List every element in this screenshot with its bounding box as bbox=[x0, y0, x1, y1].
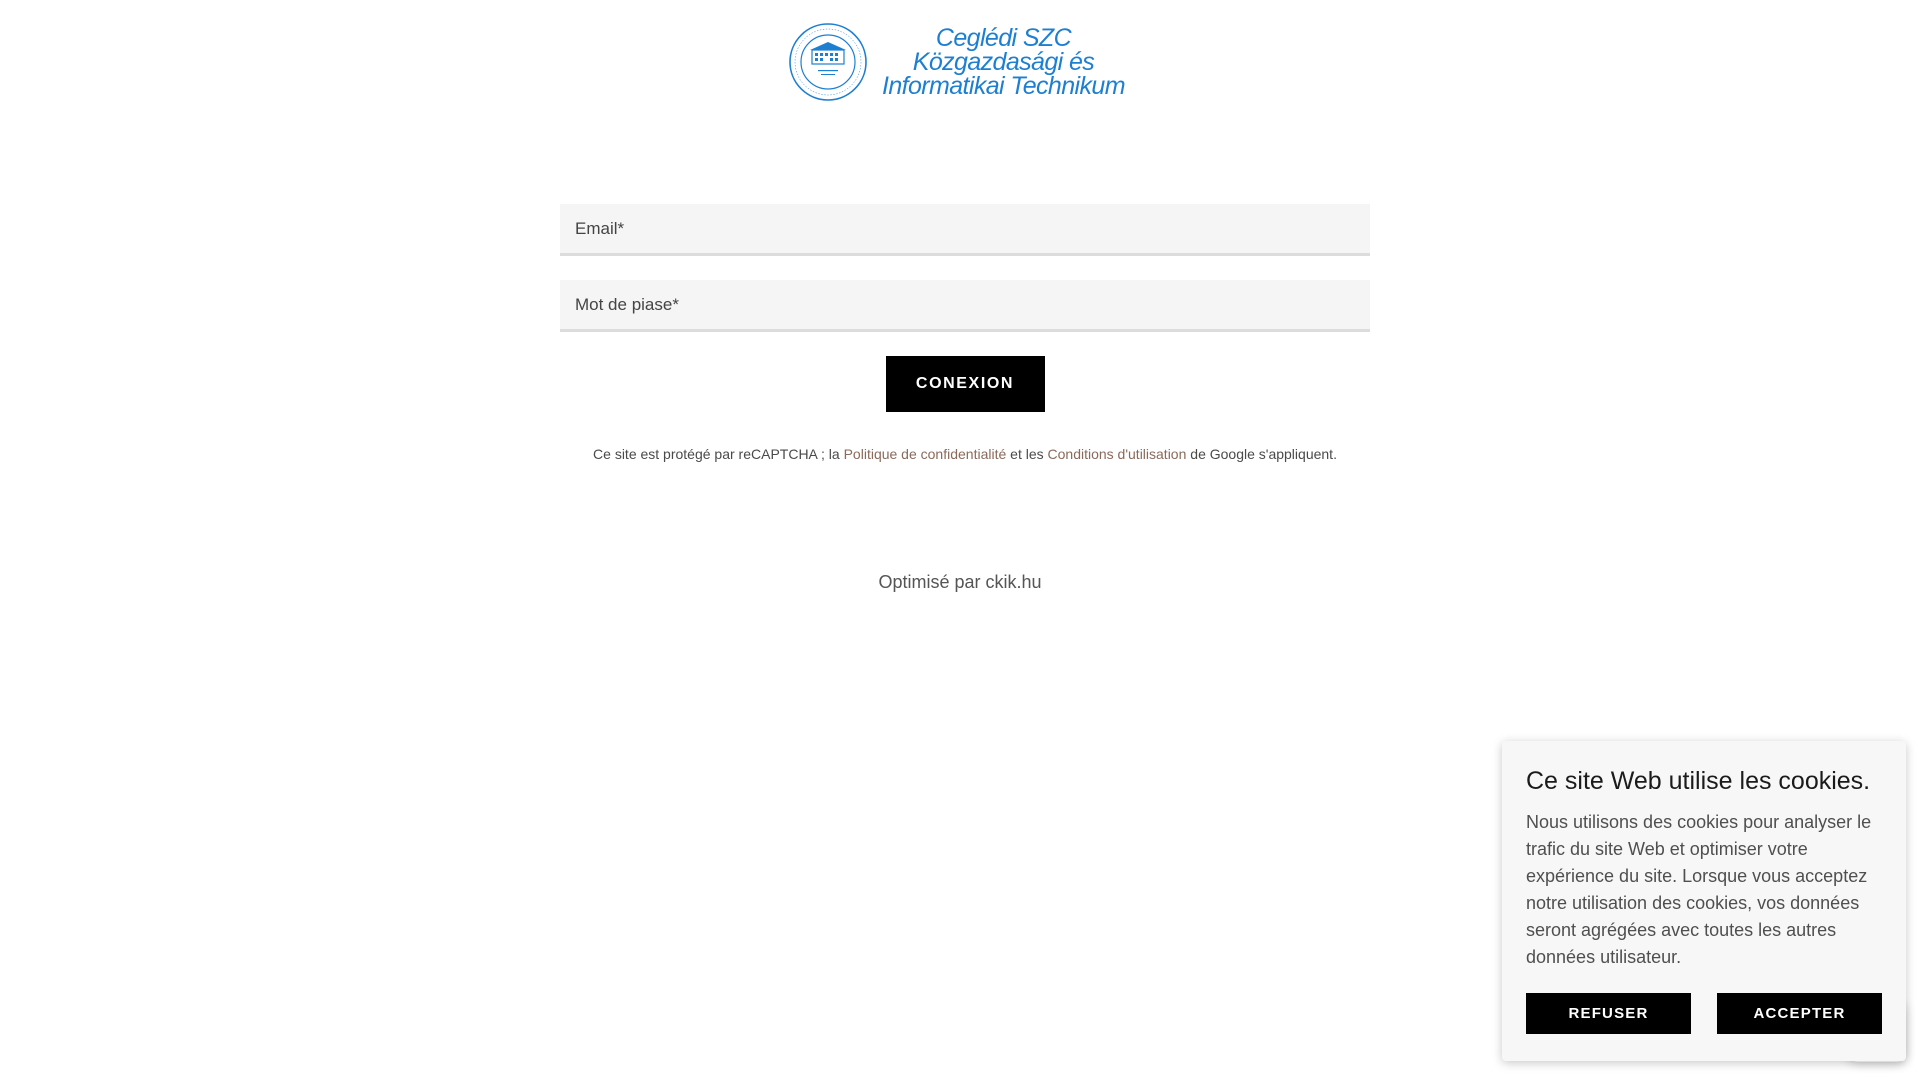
site-logo[interactable]: Ceglédi SZC Közgazdasági és Informatikai… bbox=[788, 22, 1128, 102]
accept-cookies-button[interactable]: ACCEPTER bbox=[1717, 993, 1882, 1034]
logo-wordmark: Ceglédi SZC Közgazdasági és Informatikai… bbox=[882, 24, 1126, 100]
logo-line-2: Közgazdasági és bbox=[912, 48, 1095, 76]
cookie-description: Nous utilisons des cookies pour analyser… bbox=[1526, 812, 1872, 967]
recaptcha-notice: Ce site est protégé par reCAPTCHA ; la P… bbox=[560, 446, 1370, 462]
logo-line-3: Informatikai Technikum bbox=[882, 72, 1126, 100]
recaptcha-middle: et les bbox=[1006, 446, 1048, 462]
school-seal-icon bbox=[789, 23, 867, 101]
cookie-actions: REFUSER ACCEPTER bbox=[1526, 993, 1882, 1034]
password-input[interactable] bbox=[560, 280, 1370, 329]
submit-row: CONEXION bbox=[560, 356, 1370, 412]
cookie-banner: Ce site Web utilise les cookies. Nous ut… bbox=[1502, 741, 1906, 1061]
login-form: CONEXION Ce site est protégé par reCAPTC… bbox=[560, 204, 1370, 462]
login-page: Ceglédi SZC Közgazdasági és Informatikai… bbox=[0, 0, 1920, 1080]
email-input[interactable] bbox=[560, 204, 1370, 253]
powered-by: Optimisé par ckik.hu bbox=[878, 572, 1042, 592]
decline-cookies-button[interactable]: REFUSER bbox=[1526, 993, 1691, 1034]
login-button[interactable]: CONEXION bbox=[885, 356, 1045, 412]
privacy-policy-link[interactable]: Politique de confidentialité bbox=[844, 446, 1007, 462]
cookie-title: Ce site Web utilise les cookies. bbox=[1526, 767, 1871, 795]
logo-line-1: Ceglédi SZC bbox=[935, 24, 1072, 52]
terms-of-service-link[interactable]: Conditions d'utilisation bbox=[1048, 446, 1187, 462]
email-field[interactable] bbox=[560, 204, 1370, 256]
password-field[interactable] bbox=[560, 280, 1370, 332]
recaptcha-suffix: de Google s'appliquent. bbox=[1186, 446, 1337, 462]
recaptcha-prefix: Ce site est protégé par reCAPTCHA ; la bbox=[593, 446, 844, 462]
